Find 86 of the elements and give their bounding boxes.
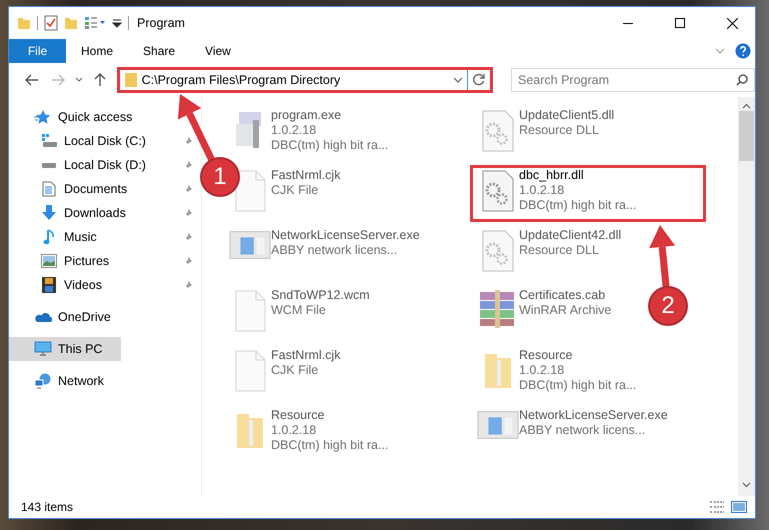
details-view-icon[interactable] bbox=[709, 500, 725, 514]
network-icon bbox=[34, 373, 52, 389]
file-name: FastNrml.cjk bbox=[271, 168, 340, 183]
music-note-icon bbox=[43, 229, 55, 245]
file-detail: Resource DLL bbox=[519, 243, 600, 258]
ribbon-tab[interactable]: View bbox=[190, 39, 246, 63]
file-name: UpdateClient5.dll bbox=[519, 108, 614, 123]
file-detail: WCM File bbox=[271, 303, 327, 318]
sidebar-item[interactable]: Documents bbox=[9, 177, 134, 201]
file-detail: 1.0.2.18 bbox=[519, 363, 566, 378]
computer-icon bbox=[34, 341, 52, 357]
cloud-icon bbox=[34, 311, 52, 323]
file-detail: ABBY network licens... bbox=[271, 243, 398, 258]
file-detail: DBC(tm) high bit ra... bbox=[271, 138, 388, 153]
sidebar-item[interactable]: Pictures bbox=[9, 249, 116, 273]
picture-icon bbox=[41, 254, 57, 268]
file-name: program.exe bbox=[271, 108, 342, 123]
dropdown-caret-icon[interactable] bbox=[453, 76, 464, 84]
download-arrow-icon bbox=[41, 205, 57, 221]
sidebar-item[interactable]: Network bbox=[9, 369, 110, 393]
item-count: 143 items bbox=[21, 500, 74, 514]
gears-file-icon bbox=[481, 230, 515, 272]
file-name: Certificates.cab bbox=[519, 288, 606, 303]
file-name: NetworkLicenseServer.exe bbox=[519, 408, 668, 423]
chevron-down-icon[interactable] bbox=[715, 47, 725, 55]
step-badge: 2 bbox=[650, 288, 686, 324]
dropdown-caret-icon[interactable] bbox=[112, 18, 122, 28]
file-name: Resource bbox=[271, 408, 326, 423]
application-window-icon bbox=[229, 230, 271, 260]
file-detail: DBC(tm) high bit ra... bbox=[519, 378, 636, 393]
highlighted-file-item[interactable]: dbc_hbrr.dll 1.0.2.18 DBC(tm) high bit ra... bbox=[470, 165, 706, 222]
file-detail: CJK File bbox=[271, 183, 320, 198]
sidebar-item[interactable]: Quick access bbox=[9, 105, 138, 129]
drive-icon bbox=[41, 162, 57, 168]
application-window-icon bbox=[477, 410, 519, 440]
sidebar-item[interactable]: Local Disk (C:) bbox=[9, 129, 152, 153]
scroll-up-icon[interactable] bbox=[742, 103, 751, 109]
file-detail: 1.0.2.18 bbox=[271, 423, 318, 438]
search-icon bbox=[736, 74, 748, 86]
close-icon bbox=[726, 18, 738, 28]
file-menu-button[interactable]: File bbox=[9, 39, 66, 63]
file-name: UpdateClient42.dll bbox=[519, 228, 622, 243]
blank-file-icon bbox=[233, 350, 267, 392]
file-detail: CJK File bbox=[271, 363, 320, 378]
minimize-icon bbox=[623, 22, 633, 24]
file-detail: ABBY network licens... bbox=[519, 423, 646, 438]
file-detail: WinRAR Archive bbox=[519, 303, 612, 318]
ribbon-tab[interactable]: Share bbox=[128, 39, 190, 63]
file-detail: Resource DLL bbox=[519, 123, 600, 138]
sidebar-item[interactable]: Local Disk (D:) bbox=[9, 153, 152, 177]
help-icon[interactable] bbox=[735, 43, 751, 59]
sidebar-item[interactable]: Music bbox=[9, 225, 103, 249]
gears-file-icon bbox=[481, 170, 515, 212]
search-field[interactable]: Search Program bbox=[511, 68, 756, 92]
sidebar-item[interactable]: This PC bbox=[9, 337, 120, 361]
step-badge: 1 bbox=[202, 159, 238, 195]
file-name: FastNrml.cjk bbox=[271, 348, 340, 363]
gears-file-icon bbox=[481, 110, 515, 152]
file-name: NetworkLicenseServer.exe bbox=[271, 228, 420, 243]
file-detail: 1.0.2.18 bbox=[519, 183, 566, 198]
drive-icon bbox=[41, 133, 57, 149]
maximize-icon bbox=[675, 18, 685, 28]
blank-file-icon bbox=[233, 170, 267, 212]
address-field[interactable]: C:\Program Files\Program Directory bbox=[116, 67, 494, 93]
document-icon bbox=[42, 181, 56, 197]
sidebar-item[interactable]: Downloads bbox=[9, 201, 132, 225]
file-name: dbc_hbrr.dll bbox=[519, 168, 585, 183]
blank-file-icon bbox=[233, 290, 267, 332]
window-title: Program bbox=[137, 16, 186, 30]
file-name: Resource bbox=[519, 348, 574, 363]
file-detail: DBC(tm) high bit ra... bbox=[271, 438, 388, 453]
large-icons-view-icon[interactable] bbox=[731, 500, 747, 514]
ribbon-tab[interactable]: Home bbox=[66, 39, 128, 63]
sidebar-item[interactable]: OneDrive bbox=[9, 305, 117, 329]
checklist-icon[interactable] bbox=[44, 15, 58, 31]
details-view-icon[interactable] bbox=[84, 16, 106, 30]
sidebar-item[interactable]: Videos bbox=[9, 273, 108, 297]
star-icon bbox=[34, 109, 52, 125]
scroll-down-icon[interactable] bbox=[742, 482, 751, 488]
file-detail: DBC(tm) high bit ra... bbox=[519, 198, 636, 213]
folder-icon bbox=[124, 72, 138, 88]
scrollbar-thumb[interactable] bbox=[739, 111, 754, 161]
file-detail: 1.0.2.18 bbox=[271, 123, 318, 138]
refresh-icon[interactable] bbox=[472, 73, 486, 87]
file-name: SndToWP12.wcm bbox=[271, 288, 370, 303]
film-icon bbox=[42, 277, 56, 293]
